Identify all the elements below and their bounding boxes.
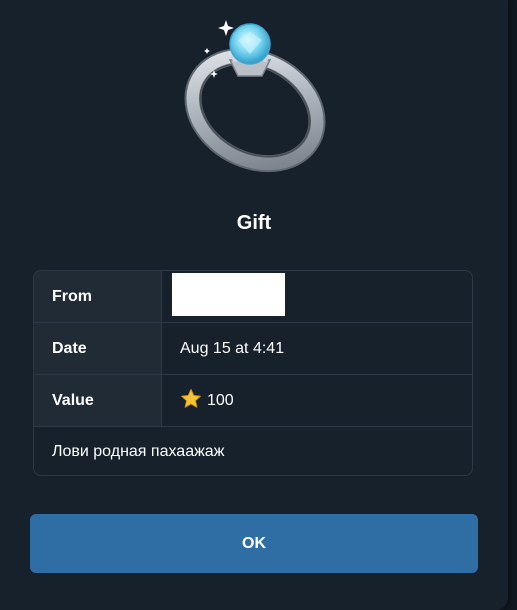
date-value: Aug 15 at 4:41 <box>180 340 285 357</box>
table-row-date: Date Aug 15 at 4:41 <box>34 323 472 375</box>
value-amount: 100 <box>180 375 234 426</box>
gift-details-table: From Date Aug 15 at 4:41 Value 100 Лови … <box>33 270 473 476</box>
from-label: From <box>34 271 162 322</box>
date-label: Date <box>34 323 162 374</box>
value-amount-text: 100 <box>207 392 234 409</box>
dialog-title: Gift <box>236 212 272 234</box>
gift-message: Лови родная пахаажаж <box>52 443 225 460</box>
ok-button[interactable]: OK <box>30 514 478 573</box>
star-icon <box>181 388 201 408</box>
from-value-redacted <box>172 273 285 316</box>
table-row-from: From <box>34 271 472 323</box>
value-label: Value <box>34 375 162 426</box>
gift-dialog: Gift From Date Aug 15 at 4:41 Value 100 … <box>0 0 508 610</box>
table-row-value: Value 100 <box>34 375 472 427</box>
diamond-ring-icon <box>170 10 340 180</box>
